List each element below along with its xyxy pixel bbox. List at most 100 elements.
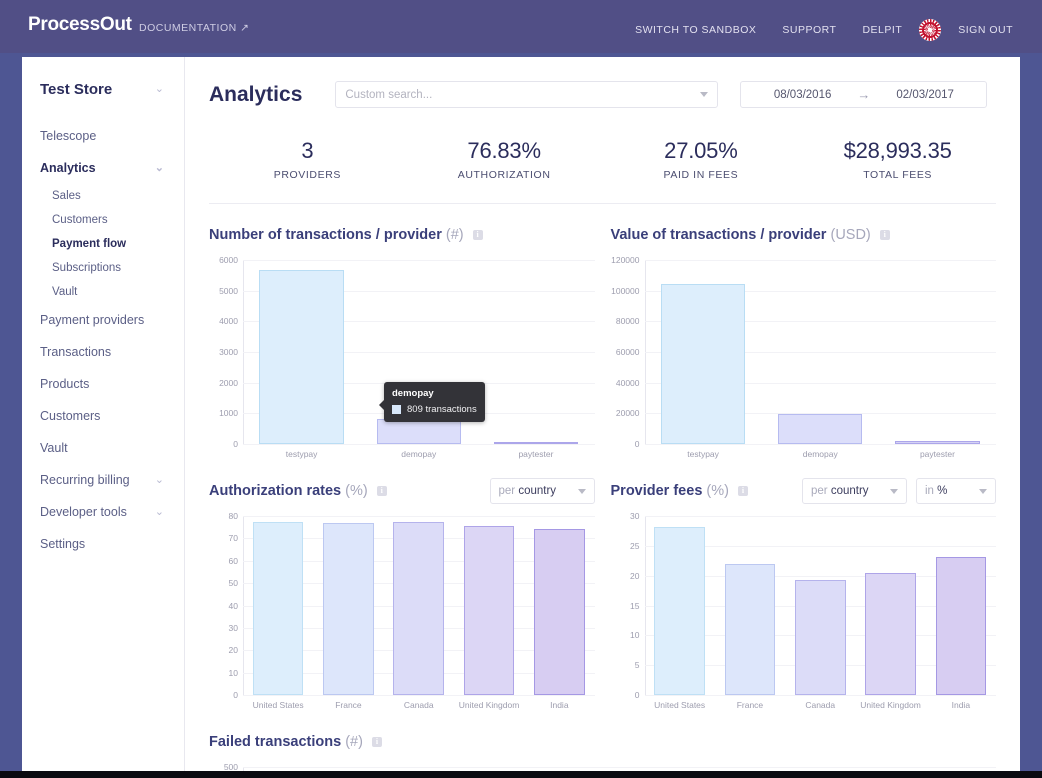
chart-title: Value of transactions / provider (USD) i (611, 227, 890, 243)
date-range-picker[interactable]: 08/03/2016 → 02/03/2017 (740, 81, 987, 108)
bar[interactable] (654, 527, 705, 695)
gridline (645, 695, 997, 696)
search-input[interactable]: Custom search... (335, 81, 718, 108)
bar[interactable] (936, 557, 987, 695)
sign-out-link[interactable]: SIGN OUT (945, 24, 1026, 36)
y-axis-tick-label: 20 (229, 645, 238, 655)
bar[interactable] (795, 580, 846, 695)
bar[interactable] (534, 529, 585, 695)
sidebar-item-developer-tools[interactable]: Developer tools ⌄ (22, 496, 184, 528)
x-axis-tick-label: United Kingdom (855, 700, 925, 710)
y-axis-tick-label: 100000 (611, 286, 639, 296)
documentation-link[interactable]: DOCUMENTATION ↗ (139, 22, 249, 34)
chevron-down-icon: ⌄ (155, 475, 164, 486)
chart-card-failed-transactions: Failed transactions (#) i 500 (209, 711, 996, 771)
date-to[interactable]: 02/03/2017 (896, 89, 954, 101)
chart-card-transactions-value: Value of transactions / provider (USD) i… (611, 204, 997, 460)
chart-title: Failed transactions (#) i (209, 734, 382, 750)
chart-unit: (USD) (830, 227, 870, 243)
brand-logo[interactable]: ProcessOut (28, 14, 132, 36)
y-axis: 020000400006000080000100000120000 (611, 260, 645, 460)
y-axis-tick-label: 120000 (611, 255, 639, 265)
x-axis-tick-label: Canada (384, 700, 454, 710)
sidebar-item-subscriptions[interactable]: Subscriptions (22, 256, 184, 280)
y-axis-tick-label: 70 (229, 533, 238, 543)
sidebar-item-vault[interactable]: Vault (22, 432, 184, 464)
sidebar-item-vault-analytics[interactable]: Vault (22, 280, 184, 304)
date-from[interactable]: 08/03/2016 (774, 89, 832, 101)
switch-to-sandbox-link[interactable]: SWITCH TO SANDBOX (622, 24, 769, 36)
bar[interactable] (865, 573, 916, 695)
bar[interactable] (464, 526, 515, 695)
sidebar-item-label: Recurring billing (40, 473, 130, 487)
y-axis-tick-label: 30 (630, 511, 639, 521)
chart-unit: (%) (345, 483, 368, 499)
chart-unit: (#) (345, 734, 363, 750)
sidebar-item-transactions[interactable]: Transactions (22, 336, 184, 368)
chart-card-provider-fees: Provider fees (%) i per country in % (611, 460, 997, 711)
y-axis: 01020304050607080 (209, 516, 243, 711)
info-icon[interactable]: i (738, 486, 748, 496)
sidebar-item-customers[interactable]: Customers (22, 400, 184, 432)
x-axis: testypaydemopaypaytester (645, 449, 997, 459)
y-axis-tick-label: 0 (635, 439, 640, 449)
sidebar-item-sales[interactable]: Sales (22, 184, 184, 208)
support-link[interactable]: SUPPORT (769, 24, 849, 36)
bar[interactable] (494, 442, 578, 444)
sidebar-item-telescope[interactable]: Telescope (22, 120, 184, 152)
chevron-down-icon (700, 92, 708, 97)
chevron-down-icon: ⌄ (155, 84, 164, 95)
sidebar: Test Store ⌄ Telescope Analytics ⌄ Sales… (22, 57, 185, 771)
sidebar-item-payment-flow[interactable]: Payment flow (22, 232, 184, 256)
info-icon[interactable]: i (377, 486, 387, 496)
bar[interactable] (253, 522, 304, 695)
sidebar-item-label: Vault (40, 441, 68, 455)
kpi-row: 3 PROVIDERS 76.83% AUTHORIZATION 27.05% … (185, 108, 1020, 181)
chart-title-text: Number of transactions / provider (209, 227, 442, 243)
chevron-down-icon (578, 489, 586, 494)
chart-card-authorization-rates: Authorization rates (%) i per country 01… (209, 460, 595, 711)
bar[interactable] (895, 441, 979, 444)
y-axis-tick-label: 20 (630, 571, 639, 581)
bar-chart-transactions-value: 020000400006000080000100000120000testypa… (611, 260, 997, 460)
sidebar-item-payment-providers[interactable]: Payment providers (22, 304, 184, 336)
provider-fees-mode-select[interactable]: in % (916, 478, 996, 504)
tooltip-swatch (392, 405, 401, 414)
bar[interactable] (393, 522, 444, 695)
kpi-label: TOTAL FEES (799, 169, 996, 181)
bar[interactable] (323, 523, 374, 696)
bar[interactable] (259, 270, 343, 444)
select-value: % (937, 485, 947, 497)
chart-unit: (#) (446, 227, 464, 243)
bar-group (243, 516, 595, 695)
y-axis-tick-label: 60000 (616, 347, 640, 357)
x-axis-tick-label: United States (645, 700, 715, 710)
sidebar-item-settings[interactable]: Settings (22, 528, 184, 560)
kpi-total-fees: $28,993.35 TOTAL FEES (799, 138, 996, 181)
bar[interactable] (377, 419, 461, 444)
y-axis-tick-label: 500 (224, 762, 238, 771)
x-axis-tick-label: India (524, 700, 594, 710)
sidebar-item-products[interactable]: Products (22, 368, 184, 400)
info-icon[interactable]: i (372, 737, 382, 747)
bar[interactable] (778, 414, 862, 444)
sidebar-item-recurring-billing[interactable]: Recurring billing ⌄ (22, 464, 184, 496)
y-axis-tick-label: 60 (229, 556, 238, 566)
info-icon[interactable]: i (473, 230, 483, 240)
account-link[interactable]: DELPIT (849, 24, 915, 36)
authorization-group-select[interactable]: per country (490, 478, 595, 504)
kpi-label: PROVIDERS (209, 169, 406, 181)
bar[interactable] (725, 564, 776, 695)
bar[interactable] (661, 284, 745, 444)
y-axis-tick-label: 30 (229, 623, 238, 633)
store-selector[interactable]: Test Store ⌄ (22, 57, 184, 98)
chevron-down-icon: ⌄ (155, 507, 164, 518)
chart-unit: (%) (706, 483, 729, 499)
info-icon[interactable]: i (880, 230, 890, 240)
chart-title: Authorization rates (%) i (209, 483, 387, 499)
chart-row-2: Authorization rates (%) i per country 01… (185, 460, 1020, 711)
chart-title-text: Provider fees (611, 483, 703, 499)
sidebar-item-analytics[interactable]: Analytics ⌄ (22, 152, 184, 184)
provider-fees-group-select[interactable]: per country (802, 478, 907, 504)
sidebar-item-customers-analytics[interactable]: Customers (22, 208, 184, 232)
